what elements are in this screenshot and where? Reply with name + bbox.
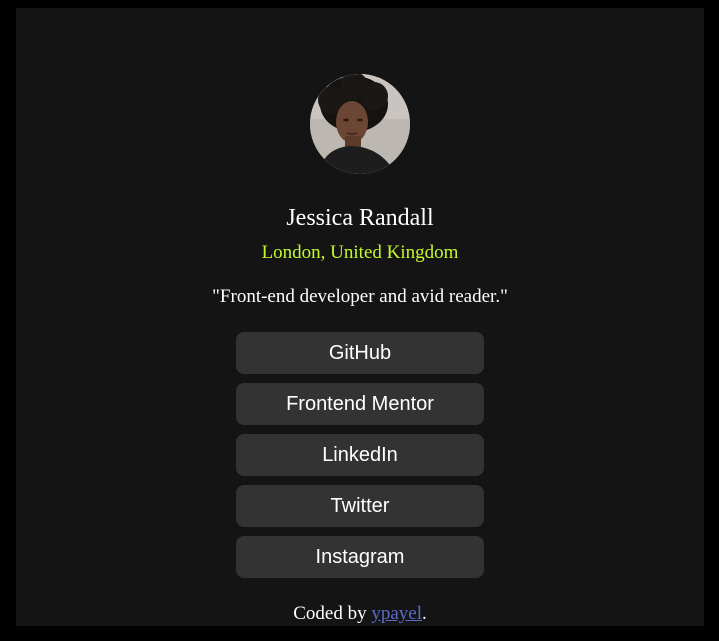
github-link-button[interactable]: GitHub <box>236 332 484 374</box>
linkedin-link-button[interactable]: LinkedIn <box>236 434 484 476</box>
twitter-link-button[interactable]: Twitter <box>236 485 484 527</box>
author-link[interactable]: ypayel <box>371 603 422 624</box>
footer-prefix: Coded by <box>293 603 372 624</box>
footer-attribution: Coded by ypayel. <box>16 603 704 625</box>
footer-suffix: . <box>422 603 427 624</box>
profile-card: Jessica Randall London, United Kingdom "… <box>16 8 704 626</box>
avatar <box>310 74 410 174</box>
social-links: GitHub Frontend Mentor LinkedIn Twitter … <box>236 332 484 587</box>
profile-bio: "Front-end developer and avid reader." <box>212 286 508 307</box>
profile-name: Jessica Randall <box>286 205 434 231</box>
profile-location: London, United Kingdom <box>261 242 459 263</box>
instagram-link-button[interactable]: Instagram <box>236 536 484 578</box>
frontend-mentor-link-button[interactable]: Frontend Mentor <box>236 383 484 425</box>
